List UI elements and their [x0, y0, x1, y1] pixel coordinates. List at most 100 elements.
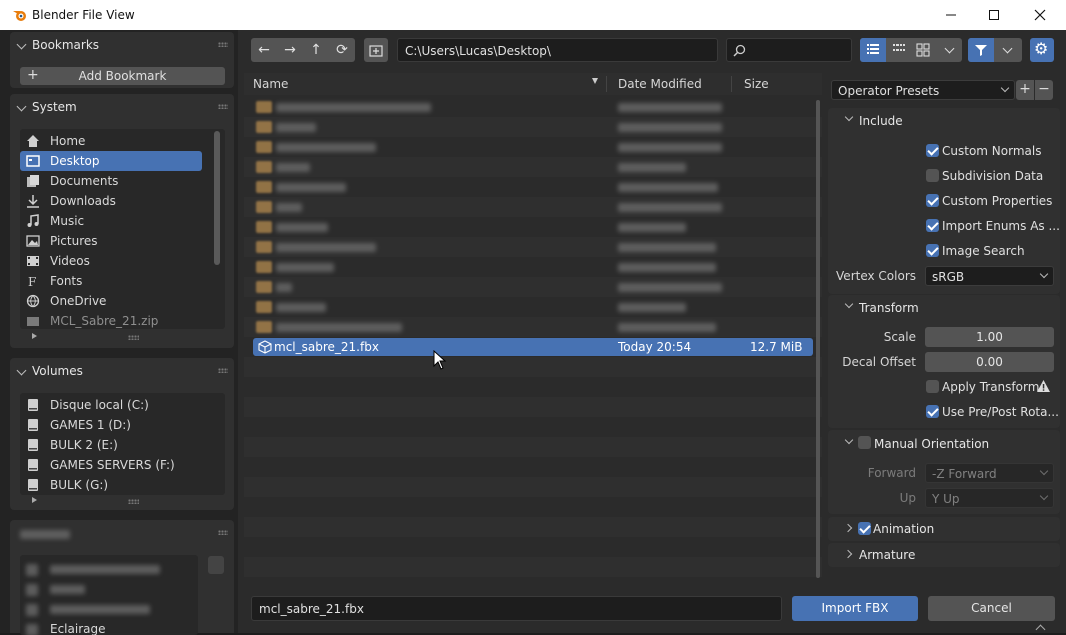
scale-field[interactable]: 1.00 — [925, 327, 1054, 347]
display-settings-dropdown[interactable] — [936, 38, 962, 62]
expand-arrow-icon[interactable] — [32, 333, 37, 339]
file-row[interactable] — [244, 297, 822, 317]
system-scrollbar[interactable] — [214, 131, 220, 265]
file-row[interactable] — [244, 97, 822, 117]
thumbnails-button[interactable] — [910, 38, 936, 62]
forward-dropdown[interactable]: -Z Forward — [925, 463, 1054, 483]
sidebar-item-pictures[interactable]: Pictures — [20, 231, 202, 251]
gear-icon: ⚙ — [1034, 39, 1049, 58]
include-header[interactable]: Include — [840, 112, 1040, 130]
sidebar-item-desktop[interactable]: Desktop — [20, 151, 202, 171]
operator-presets-dropdown[interactable]: Operator Presets — [831, 80, 1015, 100]
armature-panel[interactable]: Armature — [828, 543, 1060, 567]
volumes-header[interactable]: Volumes — [10, 358, 234, 384]
file-row[interactable] — [244, 137, 822, 157]
file-row[interactable] — [244, 277, 822, 297]
forward-button[interactable]: → — [277, 38, 303, 62]
filter-settings-dropdown[interactable] — [994, 38, 1020, 62]
close-window-button[interactable] — [1017, 0, 1063, 30]
column-name-header[interactable]: Name — [253, 77, 288, 91]
cancel-button[interactable]: Cancel — [928, 596, 1055, 621]
drive-icon — [28, 439, 38, 451]
manual-orientation-header[interactable]: Manual Orientation — [840, 435, 1040, 453]
column-divider[interactable] — [731, 76, 732, 92]
sidebar-item-documents[interactable]: Documents — [20, 171, 202, 191]
vertical-list-button[interactable] — [860, 38, 886, 62]
sidebar-item-videos[interactable]: Videos — [20, 251, 202, 271]
sidebar-item-home[interactable]: Home — [20, 131, 202, 151]
animation-panel[interactable]: Animation — [828, 517, 1060, 541]
file-row[interactable] — [244, 217, 822, 237]
sidebar-item-downloads[interactable]: Downloads — [20, 191, 202, 211]
file-row[interactable] — [244, 157, 822, 177]
column-date-header[interactable]: Date Modified — [618, 77, 702, 91]
search-input[interactable] — [726, 38, 852, 62]
new-folder-button[interactable] — [364, 38, 388, 62]
recent-panel-button[interactable] — [208, 556, 224, 574]
add-bookmark-button[interactable]: + Add Bookmark — [20, 67, 225, 85]
file-list-scrollbar[interactable] — [816, 100, 820, 578]
resize-grip-icon[interactable] — [128, 335, 139, 340]
refresh-button[interactable]: ⟳ — [329, 38, 355, 62]
volume-item-d[interactable]: GAMES 1 (D:) — [20, 415, 225, 435]
import-fbx-button[interactable]: Import FBX — [792, 596, 918, 621]
file-name-blurred — [276, 163, 310, 172]
file-row[interactable] — [244, 197, 822, 217]
back-button[interactable]: ← — [251, 38, 277, 62]
system-header[interactable]: System — [10, 94, 234, 120]
manual-orientation-checkbox[interactable] — [858, 436, 871, 449]
file-row[interactable] — [244, 237, 822, 257]
add-preset-button[interactable]: + — [1016, 80, 1034, 100]
custom-normals-checkbox[interactable] — [926, 144, 939, 157]
volume-item-e[interactable]: BULK 2 (E:) — [20, 435, 225, 455]
drag-grip-icon[interactable] — [218, 42, 228, 47]
file-row[interactable] — [244, 317, 822, 337]
decal-offset-field[interactable]: 0.00 — [925, 352, 1054, 372]
filename-input[interactable]: mcl_sabre_21.fbx — [251, 596, 782, 621]
sidebar-item-fonts[interactable]: F Fonts — [20, 271, 202, 291]
file-row[interactable] — [244, 257, 822, 277]
image-search-checkbox[interactable] — [926, 244, 939, 257]
selected-file-row[interactable]: mcl_sabre_21.fbx Today 20:54 12.7 MiB — [253, 338, 813, 356]
remove-preset-button[interactable]: − — [1035, 80, 1053, 100]
sidebar-item-onedrive[interactable]: OneDrive — [20, 291, 202, 311]
transform-header[interactable]: Transform — [840, 299, 1040, 317]
column-size-header[interactable]: Size — [744, 77, 769, 91]
volume-item-c[interactable]: Disque local (C:) — [20, 395, 225, 415]
column-divider[interactable] — [606, 76, 607, 92]
sidebar-item-zip[interactable]: MCL_Sabre_21.zip — [20, 311, 202, 329]
drag-grip-icon[interactable] — [218, 368, 228, 373]
use-prepost-rotation-checkbox[interactable] — [926, 405, 939, 418]
sidebar-item-music[interactable]: Music — [20, 211, 202, 231]
subdivision-data-checkbox[interactable] — [926, 169, 939, 182]
file-name-blurred — [276, 203, 302, 212]
import-enums-checkbox[interactable] — [926, 219, 939, 232]
maximize-button[interactable] — [971, 0, 1017, 30]
parent-directory-button[interactable]: ↑ — [303, 38, 329, 62]
path-field[interactable]: C:\Users\Lucas\Desktop\ — [397, 38, 718, 62]
horizontal-list-button[interactable] — [886, 38, 912, 62]
forward-value: -Z Forward — [932, 467, 997, 481]
settings-toggle-button[interactable]: ⚙ — [1030, 38, 1054, 62]
drag-grip-icon[interactable] — [218, 104, 228, 109]
custom-properties-checkbox[interactable] — [926, 194, 939, 207]
minimize-button[interactable] — [928, 0, 974, 30]
volume-item-g[interactable]: BULK (G:) — [20, 475, 225, 495]
drag-grip-icon[interactable] — [218, 530, 228, 535]
volume-item-f[interactable]: GAMES SERVERS (F:) — [20, 455, 225, 475]
recent-item-eclairage[interactable]: Eclairage — [50, 622, 106, 635]
filter-toggle-button[interactable] — [968, 38, 994, 62]
file-row[interactable] — [244, 177, 822, 197]
apply-transform-checkbox[interactable] — [926, 380, 939, 393]
operator-presets-label: Operator Presets — [838, 84, 940, 98]
bookmarks-header[interactable]: Bookmarks — [10, 32, 234, 58]
expand-arrow-icon[interactable] — [32, 497, 37, 503]
resize-grip-icon[interactable] — [128, 499, 139, 504]
recent-title-blurred — [20, 530, 70, 539]
up-dropdown[interactable]: Y Up — [925, 488, 1054, 508]
animation-checkbox[interactable] — [858, 522, 871, 535]
sort-arrow-icon[interactable] — [592, 78, 598, 84]
filter-icon — [975, 45, 987, 56]
file-row[interactable] — [244, 117, 822, 137]
vertex-colors-dropdown[interactable]: sRGB — [925, 266, 1054, 286]
